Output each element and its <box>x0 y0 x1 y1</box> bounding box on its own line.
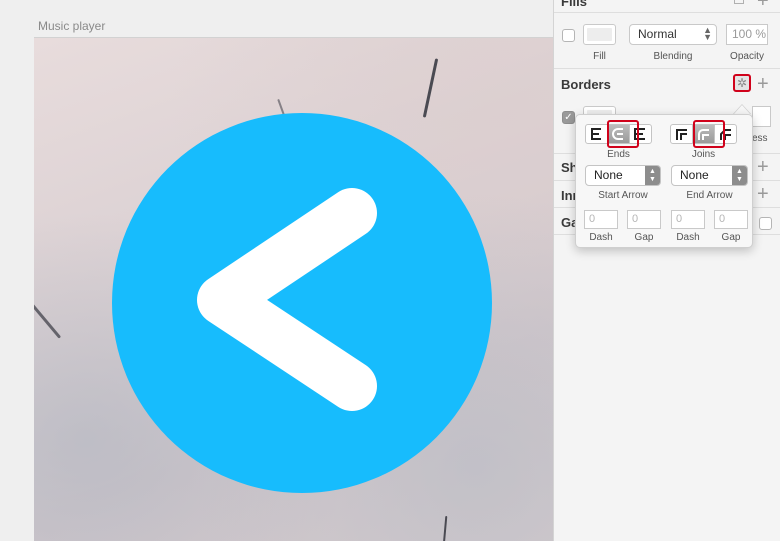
add-shadow-plus-icon[interactable]: + <box>757 157 769 177</box>
select-arrows-icon: ▲ ▼ <box>703 25 712 42</box>
fill-enabled-checkbox[interactable] <box>562 29 575 42</box>
blending-value: Normal <box>638 27 677 41</box>
add-border-plus-icon[interactable]: + <box>757 74 769 94</box>
round-join-button[interactable] <box>692 124 715 144</box>
bevel-join-icon <box>720 129 731 140</box>
gap-1-field[interactable]: 0 <box>627 210 661 229</box>
divider <box>554 12 780 13</box>
dash-1-field[interactable]: 0 <box>584 210 618 229</box>
fill-label: Fill <box>593 51 606 62</box>
select-arrows-icon: ▲ ▼ <box>732 166 747 185</box>
gap-2-label: Gap <box>721 232 741 243</box>
start-arrow-label: Start Arrow <box>598 190 648 201</box>
dash-2-label: Dash <box>676 232 700 243</box>
blending-select[interactable]: Normal ▲ ▼ <box>629 24 717 45</box>
end-arrow-value: None <box>680 168 709 182</box>
round-end-icon <box>612 128 623 140</box>
ends-label: Ends <box>607 149 630 160</box>
opacity-field[interactable]: 100 % <box>726 24 768 45</box>
select-arrows-icon: ▲ ▼ <box>645 166 660 185</box>
inspector-panel: Fills + Normal ▲ ▼ 100 % Fill Blending Op… <box>553 0 780 541</box>
border-options-gear-button[interactable]: ✲ <box>733 74 751 92</box>
artboard-title[interactable]: Music player <box>38 19 105 33</box>
background-stroke <box>422 58 439 118</box>
butt-end-button[interactable] <box>585 124 608 144</box>
round-join-icon <box>698 129 709 140</box>
dash-2-field[interactable]: 0 <box>671 210 705 229</box>
divider <box>554 68 780 69</box>
start-arrow-value: None <box>594 168 623 182</box>
bevel-join-button[interactable] <box>714 124 737 144</box>
background-stroke <box>34 302 62 339</box>
miter-join-button[interactable] <box>670 124 693 144</box>
end-arrow-label: End Arrow <box>686 190 733 201</box>
gap-2-field[interactable]: 0 <box>714 210 748 229</box>
thickness-label: ess <box>752 133 768 144</box>
joins-segmented-control <box>670 124 737 144</box>
add-inner-shadow-plus-icon[interactable]: + <box>757 184 769 204</box>
trash-icon[interactable] <box>734 0 744 4</box>
fills-section-title: Fills <box>561 0 588 9</box>
gear-icon: ✲ <box>736 76 748 90</box>
blur-enabled-checkbox[interactable] <box>759 217 772 230</box>
gap-1-label: Gap <box>634 232 654 243</box>
joins-label: Joins <box>691 149 716 160</box>
dash-1-label: Dash <box>589 232 613 243</box>
blending-label: Blending <box>653 51 693 62</box>
round-end-button[interactable] <box>607 124 630 144</box>
design-canvas[interactable]: Music player <box>0 0 553 541</box>
background-stroke <box>442 515 448 541</box>
back-button[interactable] <box>112 113 492 493</box>
border-options-popover: Ends Joins None ▲ ▼ Start Arrow None ▲ ▼ E… <box>575 114 753 248</box>
projecting-end-button[interactable] <box>629 124 652 144</box>
borders-section-title: Borders <box>561 77 611 92</box>
fill-color-swatch[interactable] <box>583 24 616 45</box>
miter-join-icon <box>676 129 687 140</box>
end-arrow-select[interactable]: None ▲ ▼ <box>671 165 748 186</box>
opacity-label: Opacity <box>730 51 764 62</box>
butt-end-icon <box>591 128 601 140</box>
start-arrow-select[interactable]: None ▲ ▼ <box>585 165 661 186</box>
projecting-end-icon <box>634 128 645 140</box>
ends-segmented-control <box>585 124 652 144</box>
border-thickness-field[interactable] <box>752 106 771 127</box>
add-fill-plus-icon[interactable]: + <box>757 0 769 11</box>
back-button-circle <box>112 113 492 493</box>
border-enabled-checkbox[interactable]: ✓ <box>562 111 575 124</box>
